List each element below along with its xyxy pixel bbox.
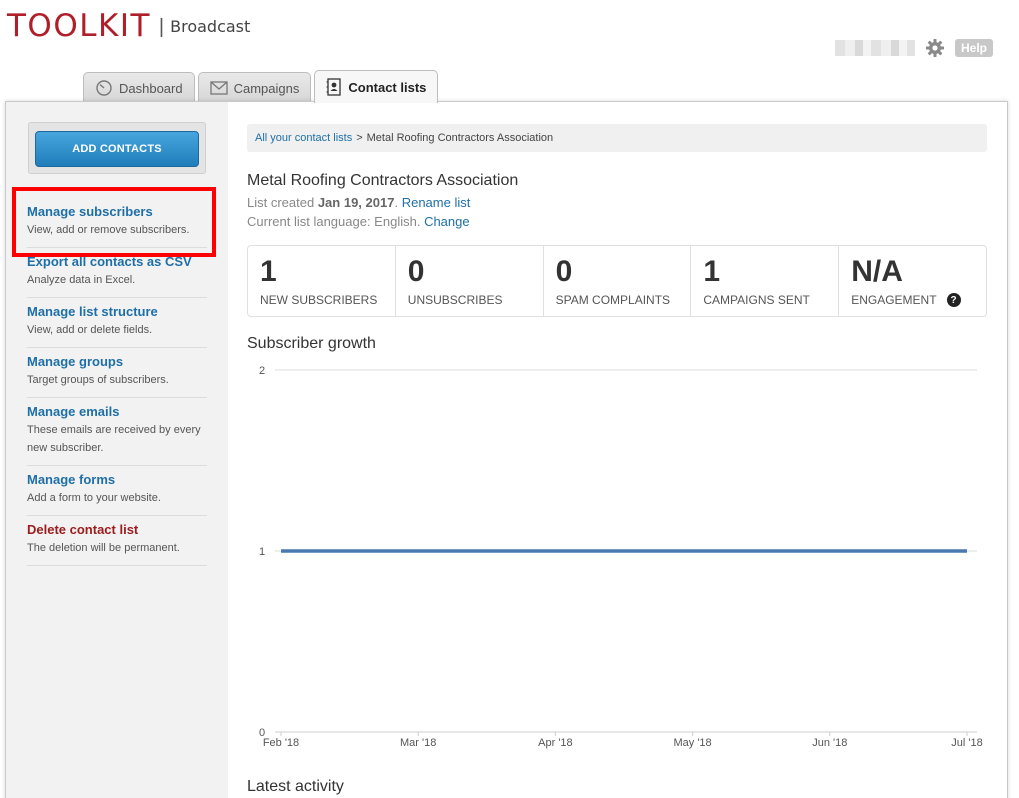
created-date: Jan 19, 2017: [317, 195, 395, 210]
sidebar-item-desc: Analyze data in Excel.: [27, 274, 136, 286]
gear-icon[interactable]: [925, 38, 945, 58]
sidebar-item-manage-groups[interactable]: Manage groups Target groups of subscribe…: [27, 348, 207, 398]
x-tick-label: Mar '18: [400, 737, 436, 749]
logo-text: TOOLKIT: [7, 8, 151, 44]
envelope-icon: [209, 81, 228, 95]
list-language-info: Current list language: English. Change: [247, 214, 470, 229]
breadcrumb: All your contact lists > Metal Roofing C…: [247, 124, 987, 152]
add-contacts-button[interactable]: ADD CONTACTS: [35, 131, 199, 167]
x-tick-label: May '18: [674, 737, 712, 749]
sidebar-item-desc: The deletion will be permanent.: [27, 542, 180, 554]
sidebar-item-title[interactable]: Manage list structure: [27, 304, 207, 320]
subscriber-growth-title: Subscriber growth: [247, 335, 376, 352]
tab-label: Campaigns: [233, 80, 300, 96]
sidebar-item-manage-forms[interactable]: Manage forms Add a form to your website.: [27, 466, 207, 516]
question-mark-icon[interactable]: ?: [946, 293, 961, 307]
sidebar-item-desc: View, add or delete fields.: [27, 324, 153, 336]
main-panel: ADD CONTACTS Manage subscribers View, ad…: [5, 101, 1008, 798]
breadcrumb-current: Metal Roofing Contractors Association: [366, 132, 554, 144]
language-text: Current list language: English.: [247, 214, 421, 229]
sidebar-item-title[interactable]: Delete contact list: [27, 522, 207, 538]
list-created-info: List created Jan 19, 2017. Rename list: [247, 195, 471, 210]
stat-engagement: N/A ENGAGEMENT ?: [839, 246, 986, 316]
change-language-link[interactable]: Change: [424, 214, 470, 229]
add-contacts-wrapper: ADD CONTACTS: [28, 122, 206, 174]
product-name: Broadcast: [170, 17, 251, 36]
user-area: Help: [834, 38, 993, 58]
sidebar-item-manage-emails[interactable]: Manage emails These emails are received …: [27, 398, 207, 466]
stat-value: 1: [260, 255, 277, 288]
sidebar-item-desc: These emails are received by every new s…: [27, 424, 201, 454]
latest-activity-title: Latest activity: [247, 778, 344, 795]
stat-spam-complaints: 0 SPAM COMPLAINTS: [544, 246, 692, 316]
stats-bar: 1 NEW SUBSCRIBERS 0 UNSUBSCRIBES 0 SPAM …: [247, 245, 987, 317]
stat-label: ENGAGEMENT: [851, 293, 937, 307]
tab-dashboard[interactable]: Dashboard: [83, 72, 195, 103]
blurred-username[interactable]: [834, 40, 915, 56]
x-tick-label: Apr '18: [538, 737, 573, 749]
main-tabs: Dashboard Campaigns Contact lists: [83, 70, 439, 103]
y-tick-label: 2: [259, 365, 265, 377]
stat-value: N/A: [851, 255, 903, 288]
subscriber-growth-chart: 012Feb '18 Mar '18 Apr '18 May '18 Jun '18 Ju…: [259, 365, 983, 749]
sidebar-item-title[interactable]: Manage forms: [27, 472, 207, 488]
x-tick-label: Feb '18: [263, 737, 299, 749]
stat-label: SPAM COMPLAINTS: [555, 293, 671, 307]
contact-book-icon: [326, 78, 342, 96]
stat-value: 1: [703, 255, 721, 288]
tab-contact-lists[interactable]: Contact lists: [314, 70, 439, 103]
breadcrumb-separator: >: [356, 132, 363, 144]
stat-label: UNSUBSCRIBES: [407, 293, 503, 307]
created-prefix: List created: [247, 195, 315, 210]
sidebar-item-desc: Target groups of subscribers.: [27, 374, 169, 386]
stat-label: NEW SUBSCRIBERS: [260, 293, 378, 307]
x-tick-label: Jun '18: [812, 737, 847, 749]
stat-value: 0: [407, 255, 425, 288]
stat-campaigns-sent: 1 CAMPAIGNS SENT: [691, 246, 840, 316]
tab-label: Contact lists: [348, 79, 427, 95]
sidebar: ADD CONTACTS Manage subscribers View, ad…: [6, 102, 228, 798]
sidebar-item-title[interactable]: Manage emails: [27, 404, 207, 420]
tab-label: Dashboard: [119, 80, 183, 96]
stat-new-subscribers: 1 NEW SUBSCRIBERS: [248, 246, 396, 316]
stat-label: CAMPAIGNS SENT: [703, 293, 810, 307]
breadcrumb-link[interactable]: All your contact lists: [255, 132, 352, 144]
sidebar-item-list-structure[interactable]: Manage list structure View, add or delet…: [27, 298, 207, 348]
tab-campaigns[interactable]: Campaigns: [197, 72, 312, 103]
y-tick-label: 1: [259, 546, 265, 558]
stat-unsubscribes: 0 UNSUBSCRIBES: [396, 246, 544, 316]
sidebar-item-title[interactable]: Manage groups: [27, 354, 207, 370]
x-tick-label: Jul '18: [951, 737, 982, 749]
sidebar-item-delete-list[interactable]: Delete contact list The deletion will be…: [27, 516, 207, 566]
help-button[interactable]: Help: [954, 39, 993, 57]
app-logo[interactable]: TOOLKIT | Broadcast: [7, 8, 250, 44]
highlight-box: [12, 187, 216, 257]
rename-list-link[interactable]: Rename list: [402, 195, 471, 210]
sidebar-item-desc: Add a form to your website.: [27, 492, 161, 504]
stat-value: 0: [555, 255, 573, 288]
dashboard-gauge-icon: [95, 80, 113, 96]
logo-separator: |: [158, 16, 165, 38]
page-title: Metal Roofing Contractors Association: [247, 172, 519, 189]
